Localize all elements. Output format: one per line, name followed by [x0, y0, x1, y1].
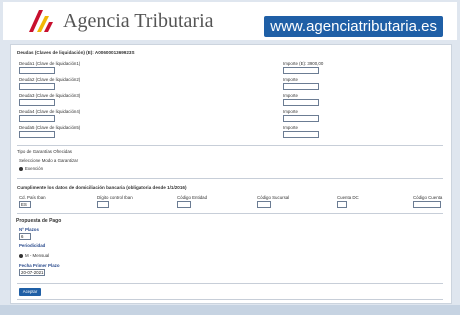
importe-3-input[interactable]	[283, 99, 319, 106]
cuenta-dc-input[interactable]	[337, 201, 347, 208]
deuda-2-input[interactable]	[19, 83, 55, 90]
domiciliacion-heading: Cumplimente los datos de domiciliación b…	[17, 185, 187, 190]
form-panel: Deudas (Claves de liquidación) (E): A006…	[10, 44, 452, 304]
codigo-entidad-input[interactable]	[177, 201, 191, 208]
importe-2-input[interactable]	[283, 83, 319, 90]
codigo-entidad-label: Código Entidad	[177, 195, 208, 200]
exencion-radio[interactable]	[19, 167, 23, 171]
fecha-primer-plazo-input[interactable]: 20-07-2021	[19, 269, 45, 276]
deuda-1-input[interactable]	[19, 67, 55, 74]
propuesta-heading: Propuesta de Pago	[16, 218, 62, 224]
importe-1-input[interactable]	[283, 67, 319, 74]
page-background: Agencia Tributaria www.agenciatributaria…	[0, 0, 460, 315]
deuda-1-label: Deuda1 (Clave de liquidación1)	[19, 61, 81, 66]
fecha-label: Fecha Primer Plazo	[19, 263, 60, 268]
codigo-cuenta-input[interactable]	[413, 201, 441, 208]
agencia-tributaria-logo-icon	[29, 10, 53, 32]
garantias-select-label: Seleccione Modo a Garantizar	[19, 158, 79, 163]
deuda-2-label: Deuda2 (Clave de liquidación2)	[19, 77, 81, 82]
digito-control-input[interactable]	[97, 201, 109, 208]
section-divider	[17, 145, 443, 146]
mensual-radio[interactable]	[19, 254, 23, 258]
codigo-sucursal-label: Código Sucursal	[257, 195, 290, 200]
deuda-4-input[interactable]	[19, 115, 55, 122]
plazos-input[interactable]: 6	[19, 233, 31, 240]
deuda-5-input[interactable]	[19, 131, 55, 138]
importe-4-label: Importe	[283, 109, 298, 114]
deuda-4-label: Deuda4 (Clave de liquidación4)	[19, 109, 81, 114]
site-url-link[interactable]: www.agenciatributaria.es	[264, 16, 443, 37]
importe-1-label: Importe (E): 3900,00	[283, 61, 324, 66]
pais-iban-label: Cd. País Iban	[19, 195, 46, 200]
site-header: Agencia Tributaria www.agenciatributaria…	[3, 2, 457, 40]
garantias-heading: Tipo de Garantías Ofrecidas	[17, 149, 72, 154]
section-divider	[17, 213, 443, 214]
pais-iban-input[interactable]: ES	[19, 201, 31, 208]
importe-5-label: Importe	[283, 125, 298, 130]
deuda-5-label: Deuda5 (Clave de liquidación5)	[19, 125, 81, 130]
mensual-label: M - Mensual	[25, 253, 50, 258]
importe-5-input[interactable]	[283, 131, 319, 138]
periodicidad-label: Periodicidad	[19, 243, 46, 248]
aceptar-button[interactable]: Aceptar	[19, 288, 41, 296]
deudas-heading: Deudas (Claves de liquidación) (E): A006…	[17, 50, 135, 55]
importe-3-label: Importe	[283, 93, 298, 98]
brand-title: Agencia Tributaria	[63, 10, 214, 32]
deuda-3-label: Deuda3 (Clave de liquidación3)	[19, 93, 81, 98]
section-divider	[17, 283, 443, 284]
deuda-3-input[interactable]	[19, 99, 55, 106]
footer-bar	[0, 305, 460, 315]
plazos-label: Nº Plazos	[19, 227, 39, 232]
digito-control-label: Dígito control Iban	[97, 195, 133, 200]
section-divider	[17, 178, 443, 179]
importe-4-input[interactable]	[283, 115, 319, 122]
importe-2-label: Importe	[283, 77, 298, 82]
codigo-sucursal-input[interactable]	[257, 201, 271, 208]
codigo-cuenta-label: Código Cuenta	[413, 195, 443, 200]
exencion-label: Exención	[25, 166, 44, 171]
cuenta-dc-label: Cuenta DC	[337, 195, 359, 200]
section-divider	[17, 299, 443, 300]
